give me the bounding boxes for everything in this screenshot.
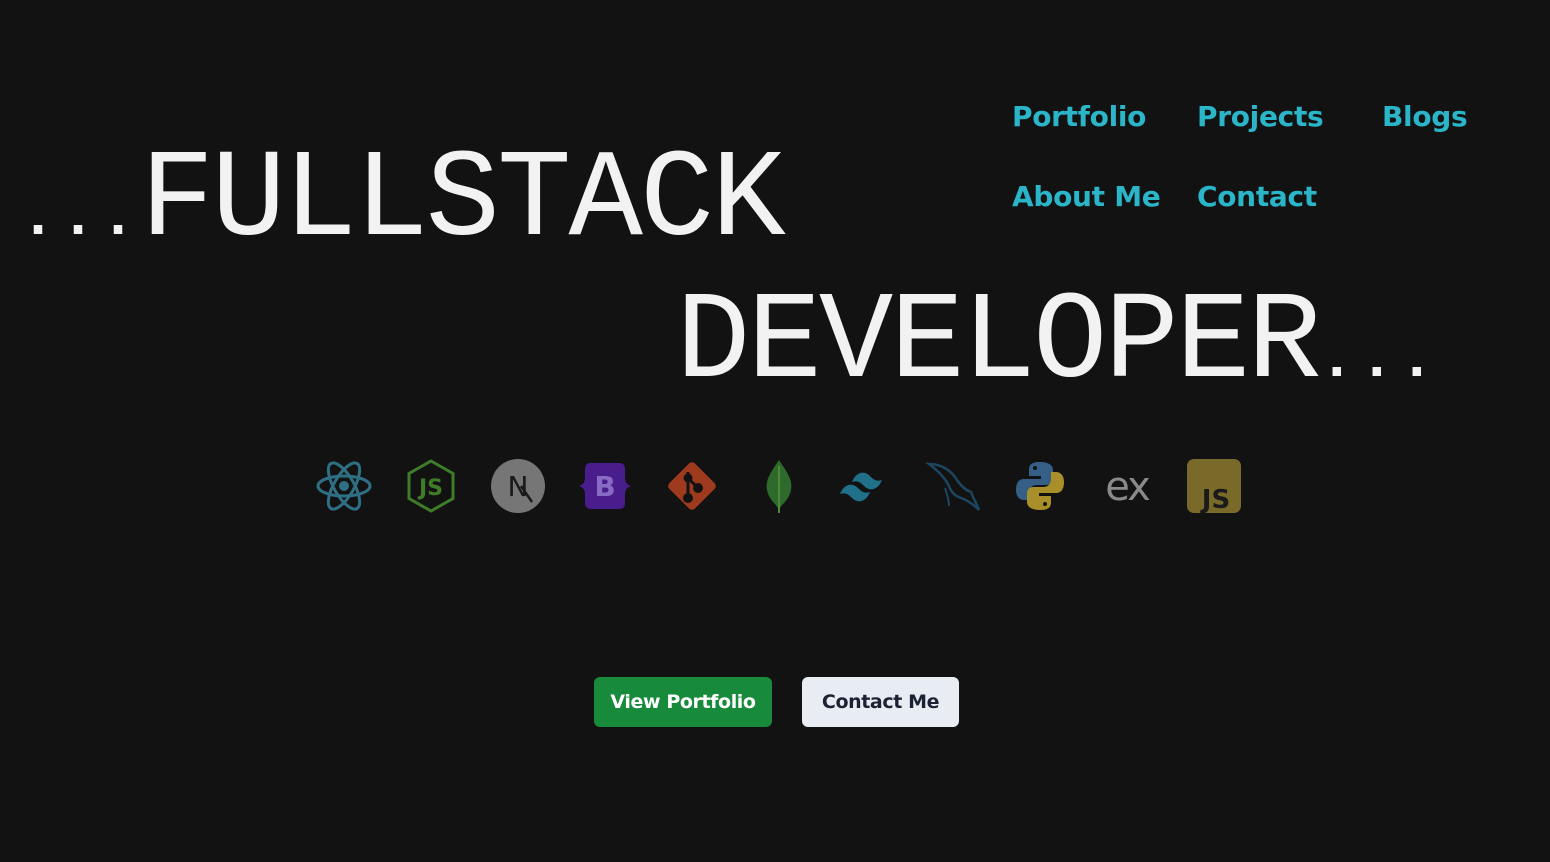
hero-prefix-dots: ... — [20, 185, 141, 253]
hero-heading-line-2: DEVELOPER... — [676, 282, 1439, 423]
react-icon — [316, 458, 372, 514]
contact-me-button[interactable]: Contact Me — [802, 677, 959, 727]
tech-stack-icons: JS N B ex JS — [316, 458, 1241, 514]
mysql-icon — [925, 458, 981, 514]
hero-heading-line-1: ...FULLSTACK — [20, 140, 786, 281]
mongodb-icon — [751, 458, 807, 514]
express-icon: ex — [1099, 458, 1155, 514]
nav-link-contact[interactable]: Contact — [1197, 179, 1317, 215]
bootstrap-icon-label: B — [594, 470, 615, 503]
python-icon — [1012, 458, 1068, 514]
hero-word-fullstack: FULLSTACK — [140, 132, 786, 272]
nav-link-blogs[interactable]: Blogs — [1382, 99, 1468, 135]
express-icon-label: ex — [1105, 464, 1150, 510]
git-icon — [664, 458, 720, 514]
nextjs-icon: N — [490, 458, 546, 514]
view-portfolio-button[interactable]: View Portfolio — [594, 677, 772, 727]
nodejs-icon-label: JS — [417, 476, 443, 501]
nav-link-about-me[interactable]: About Me — [1012, 179, 1161, 215]
javascript-icon: JS — [1186, 458, 1242, 514]
nodejs-icon: JS — [403, 458, 459, 514]
hero-suffix-dots: ... — [1318, 327, 1439, 395]
nextjs-icon-label: N — [508, 470, 529, 503]
nav-link-portfolio[interactable]: Portfolio — [1012, 99, 1146, 135]
hero-word-developer: DEVELOPER — [676, 274, 1322, 414]
tailwind-icon — [838, 458, 894, 514]
javascript-icon-label: JS — [1200, 485, 1230, 514]
nav-link-projects[interactable]: Projects — [1197, 99, 1324, 135]
bootstrap-icon: B — [577, 458, 633, 514]
